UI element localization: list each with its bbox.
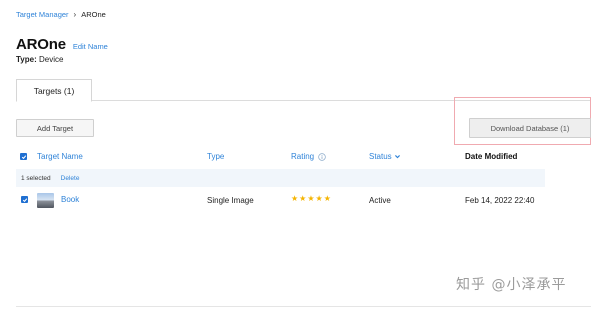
column-header-date-modified: Date Modified: [465, 152, 518, 161]
breadcrumb-current: AROne: [81, 10, 106, 19]
breadcrumb: Target Manager › AROne: [16, 10, 106, 19]
info-icon[interactable]: [318, 152, 326, 161]
page-header: AROne Edit Name: [16, 36, 108, 53]
type-value: Device: [38, 55, 64, 64]
tab-targets[interactable]: Targets (1): [16, 79, 92, 102]
checkmark-icon: [22, 197, 27, 202]
type-label: Type:: [16, 55, 37, 64]
star-icon: ★: [323, 194, 331, 203]
star-icon: ★: [315, 194, 323, 203]
add-target-button[interactable]: Add Target: [16, 119, 94, 137]
edit-name-link[interactable]: Edit Name: [73, 42, 108, 51]
target-date-modified: Feb 14, 2022 22:40: [465, 196, 535, 205]
target-type: Single Image: [207, 196, 254, 205]
column-header-target-name[interactable]: Target Name: [37, 152, 83, 161]
rating-header-label: Rating: [291, 152, 315, 161]
row-checkbox[interactable]: [21, 196, 28, 203]
watermark: 知乎 @小泽承平: [456, 277, 567, 293]
target-status: Active: [369, 196, 391, 205]
star-icon: ★: [291, 194, 299, 203]
star-icon: ★: [307, 194, 315, 203]
selection-bar: 1 selected Delete: [16, 169, 545, 187]
chevron-down-icon: [394, 155, 400, 159]
breadcrumb-target-manager[interactable]: Target Manager: [16, 10, 69, 19]
star-icon: ★: [299, 194, 307, 203]
column-header-status[interactable]: Status: [369, 152, 401, 161]
delete-link[interactable]: Delete: [61, 175, 80, 182]
selection-count: 1 selected: [21, 174, 51, 182]
checkmark-icon: [21, 154, 26, 159]
target-thumbnail[interactable]: [37, 193, 54, 208]
bottom-divider: [16, 306, 591, 307]
column-header-type[interactable]: Type: [207, 152, 224, 161]
download-database-button[interactable]: Download Database (1): [469, 118, 591, 138]
target-name-link[interactable]: Book: [61, 195, 79, 204]
database-type: Type: Device: [16, 55, 63, 64]
chevron-right-icon: ›: [73, 10, 77, 19]
column-header-rating[interactable]: Rating: [291, 152, 326, 161]
status-header-label: Status: [369, 152, 392, 161]
page-title: AROne: [16, 36, 66, 53]
rating-stars: ★ ★ ★ ★ ★: [291, 195, 331, 203]
select-all-checkbox[interactable]: [20, 153, 27, 160]
